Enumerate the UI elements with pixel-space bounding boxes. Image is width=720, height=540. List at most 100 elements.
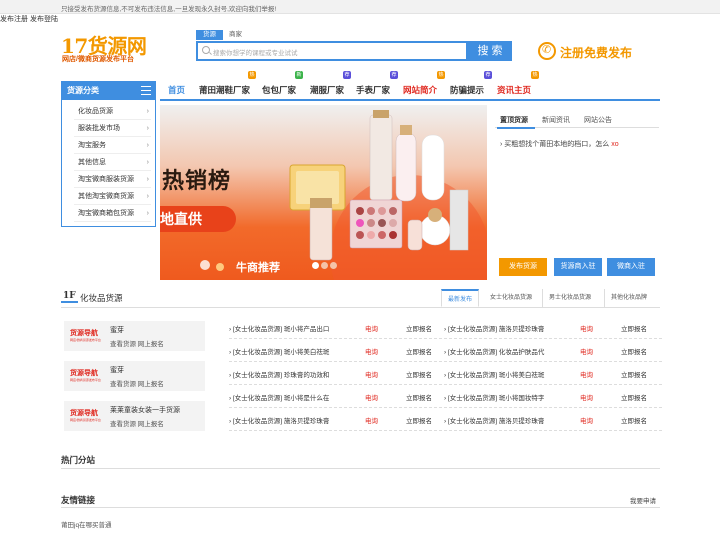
nav-badge-rec: 荐 bbox=[343, 71, 351, 79]
tab-top-goods[interactable]: 置顶货源 bbox=[500, 115, 528, 125]
chevron-right-icon: › bbox=[146, 176, 149, 183]
search-button[interactable]: 搜 索 bbox=[468, 41, 512, 61]
list-item-signup[interactable]: 立即报名 bbox=[406, 369, 432, 379]
list-item-title: › [女士化妆品货源] 斑小将美白祛斑 bbox=[229, 349, 330, 356]
apply-link[interactable]: 我要申请 bbox=[630, 495, 656, 505]
list-item-tel[interactable]: 电询 bbox=[580, 323, 593, 333]
list-item-signup[interactable]: 立即报名 bbox=[406, 392, 432, 402]
merchant-logo-title: 货源导航 bbox=[70, 410, 98, 417]
list-item-tel[interactable]: 电询 bbox=[365, 323, 378, 333]
category-list: 化妆品货源 › 服装批发市场 › 淘宝服务 › 其他信息 › 淘宝微商服装货源 › 其他淘… bbox=[61, 100, 156, 227]
merchant-links[interactable]: 查看货源 网上报名 bbox=[110, 378, 164, 388]
list-item[interactable]: › [女士化妆品货源] 珍珠膏的功效和 电询 立即报名 bbox=[229, 363, 447, 385]
category-header-label: 货源分类 bbox=[67, 86, 99, 95]
list-item-title: › [女士化妆品货源] 施洛贝提珍珠膏 bbox=[229, 418, 330, 425]
list-item-signup[interactable]: 立即报名 bbox=[406, 415, 432, 425]
list-item[interactable]: › [女士化妆品货源] 斑小将国妆特字 电询 立即报名 bbox=[444, 386, 662, 408]
slide-dot[interactable] bbox=[321, 262, 328, 269]
category-item[interactable]: 其他淘宝微商货源 › bbox=[74, 188, 151, 205]
list-item-signup[interactable]: 立即报名 bbox=[621, 392, 647, 402]
slide-dot[interactable] bbox=[330, 262, 337, 269]
publish-login-link[interactable]: 发布登陆 bbox=[30, 16, 58, 23]
list-item[interactable]: › [女士化妆品货源] 斑小将是什么在 电询 立即报名 bbox=[229, 386, 447, 408]
list-item-tel[interactable]: 电询 bbox=[365, 392, 378, 402]
category-item[interactable]: 化妆品货源 › bbox=[74, 103, 151, 120]
nav-badge-hot: 热 bbox=[437, 71, 445, 79]
nav-badge-new: 新 bbox=[295, 71, 303, 79]
list-item-signup[interactable]: 立即报名 bbox=[621, 346, 647, 356]
list-item-tel[interactable]: 电询 bbox=[365, 415, 378, 425]
merchant-card[interactable]: 货源导航 网店/微商货源发布平台 蜜芽 查看货源 网上报名 bbox=[64, 361, 205, 391]
list-item-signup[interactable]: 立即报名 bbox=[621, 415, 647, 425]
nav-news[interactable]: 资讯主页 bbox=[497, 84, 531, 96]
floor-tab-men[interactable]: 男士化妆品货源 bbox=[542, 289, 597, 307]
nav-watches[interactable]: 手表厂家 bbox=[356, 84, 390, 96]
tab-news[interactable]: 新闻资讯 bbox=[542, 115, 570, 125]
floor-tab-women[interactable]: 女士化妆品货源 bbox=[484, 289, 538, 307]
list-item[interactable]: › [女士化妆品货源] 施洛贝提珍珠膏 电询 立即报名 bbox=[229, 409, 447, 431]
list-item-signup[interactable]: 立即报名 bbox=[406, 323, 432, 333]
menu-icon[interactable] bbox=[141, 86, 151, 95]
floor-tab-other[interactable]: 其他化妆品牌 bbox=[604, 289, 653, 307]
search-tab-goods[interactable]: 货源 bbox=[196, 30, 223, 40]
category-item[interactable]: 服装批发市场 › bbox=[74, 120, 151, 137]
list-item-signup[interactable]: 立即报名 bbox=[406, 346, 432, 356]
chevron-right-icon: › bbox=[146, 193, 149, 200]
category-item[interactable]: 其他信息 › bbox=[74, 154, 151, 171]
publish-goods-button[interactable]: 发布货源 bbox=[499, 258, 547, 276]
merchant-links[interactable]: 查看货源 网上报名 bbox=[110, 418, 164, 428]
list-item-tel[interactable]: 电询 bbox=[580, 369, 593, 379]
list-item-title: › [女士化妆品货源] 施洛贝提珍珠膏 bbox=[444, 326, 545, 333]
category-item[interactable]: 淘宝微商服装货源 › bbox=[74, 171, 151, 188]
publish-register-link[interactable]: 发布注册 bbox=[0, 16, 28, 23]
nav-badge-rec: 荐 bbox=[390, 71, 398, 79]
notice-link[interactable]: › 买粗想找个莆田本地的档口，怎么 xo bbox=[500, 139, 619, 149]
list-item[interactable]: › [女士化妆品货源] 斑小将美白祛斑 电询 立即报名 bbox=[229, 340, 447, 362]
list-item-title: › [女士化妆品货源] 珍珠膏的功效和 bbox=[229, 372, 330, 379]
phone-icon bbox=[538, 42, 556, 60]
list-item[interactable]: › [女士化妆品货源] 斑小将美白祛斑 电询 立即报名 bbox=[444, 363, 662, 385]
merchant-logo: 货源导航 网店/微商货源发布平台 bbox=[70, 407, 101, 425]
friend-link[interactable]: 莆田jq在哪买普通 bbox=[61, 519, 112, 529]
search-tab-merchants[interactable]: 商家 bbox=[222, 30, 249, 40]
nav-badge-rec: 荐 bbox=[484, 71, 492, 79]
merchant-logo: 货源导航 网店/微商货源发布平台 bbox=[70, 327, 101, 345]
list-item[interactable]: › [女士化妆品货源] 施洛贝提珍珠膏 电询 立即报名 bbox=[444, 317, 662, 339]
merchant-logo-subtitle: 网店/微商货源发布平台 bbox=[70, 418, 101, 422]
category-item[interactable]: 淘宝服务 › bbox=[74, 137, 151, 154]
nav-bags[interactable]: 包包厂家 bbox=[262, 84, 296, 96]
list-item[interactable]: › [女士化妆品货源] 施洛贝提珍珠膏 电询 立即报名 bbox=[444, 409, 662, 431]
floor-tab-latest[interactable]: 最新发布 bbox=[441, 289, 480, 307]
nav-putian-shoes[interactable]: 莆田潮鞋厂家 bbox=[199, 84, 250, 96]
list-item-tel[interactable]: 电询 bbox=[580, 346, 593, 356]
list-item-tel[interactable]: 电询 bbox=[365, 346, 378, 356]
banner-pagination bbox=[312, 262, 339, 271]
register-free-link[interactable]: 注册免费发布 bbox=[560, 44, 632, 61]
list-item-tel[interactable]: 电询 bbox=[580, 392, 593, 402]
list-item-tel[interactable]: 电询 bbox=[365, 369, 378, 379]
slide-dot[interactable] bbox=[312, 262, 319, 269]
list-item-signup[interactable]: 立即报名 bbox=[621, 323, 647, 333]
list-item[interactable]: › [女士化妆品货源] 斑小将产品出口 电询 立即报名 bbox=[229, 317, 447, 339]
wechat-seller-join-button[interactable]: 微商入驻 bbox=[607, 258, 655, 276]
search-input[interactable]: 搜索你想学的课程或专业试试 bbox=[196, 41, 468, 61]
nav-anti-fraud[interactable]: 防骗提示 bbox=[450, 84, 484, 96]
nav-home[interactable]: 首页 bbox=[168, 84, 185, 96]
nav-clothing[interactable]: 潮服厂家 bbox=[310, 84, 344, 96]
chevron-right-icon: › bbox=[146, 142, 149, 149]
promo-banner[interactable]: 热销榜 地直供 牛商推荐 bbox=[160, 105, 487, 280]
merchant-card[interactable]: 货源导航 网店/微商货源发布平台 莱莱童装女装一手货源 查看货源 网上报名 bbox=[64, 401, 205, 431]
merchant-logo-title: 货源导航 bbox=[70, 370, 98, 377]
list-item-tel[interactable]: 电询 bbox=[580, 415, 593, 425]
list-item-title: › [女士化妆品货源] 斑小将美白祛斑 bbox=[444, 372, 545, 379]
tab-announcement[interactable]: 网站公告 bbox=[584, 115, 612, 125]
nav-about[interactable]: 网站简介 bbox=[403, 84, 437, 96]
nav-underline bbox=[160, 99, 660, 101]
list-item[interactable]: › [女士化妆品货源] 化妆品护肤品代 电询 立即报名 bbox=[444, 340, 662, 362]
merchant-links[interactable]: 查看货源 网上报名 bbox=[110, 338, 164, 348]
category-item[interactable]: 淘宝微商箱包货源 › bbox=[74, 205, 151, 222]
supplier-join-button[interactable]: 货源商入驻 bbox=[554, 258, 602, 276]
list-item-signup[interactable]: 立即报名 bbox=[621, 369, 647, 379]
merchant-card[interactable]: 货源导航 网店/微商货源发布平台 蜜芽 查看货源 网上报名 bbox=[64, 321, 205, 351]
nav-badge-hot: 热 bbox=[248, 71, 256, 79]
